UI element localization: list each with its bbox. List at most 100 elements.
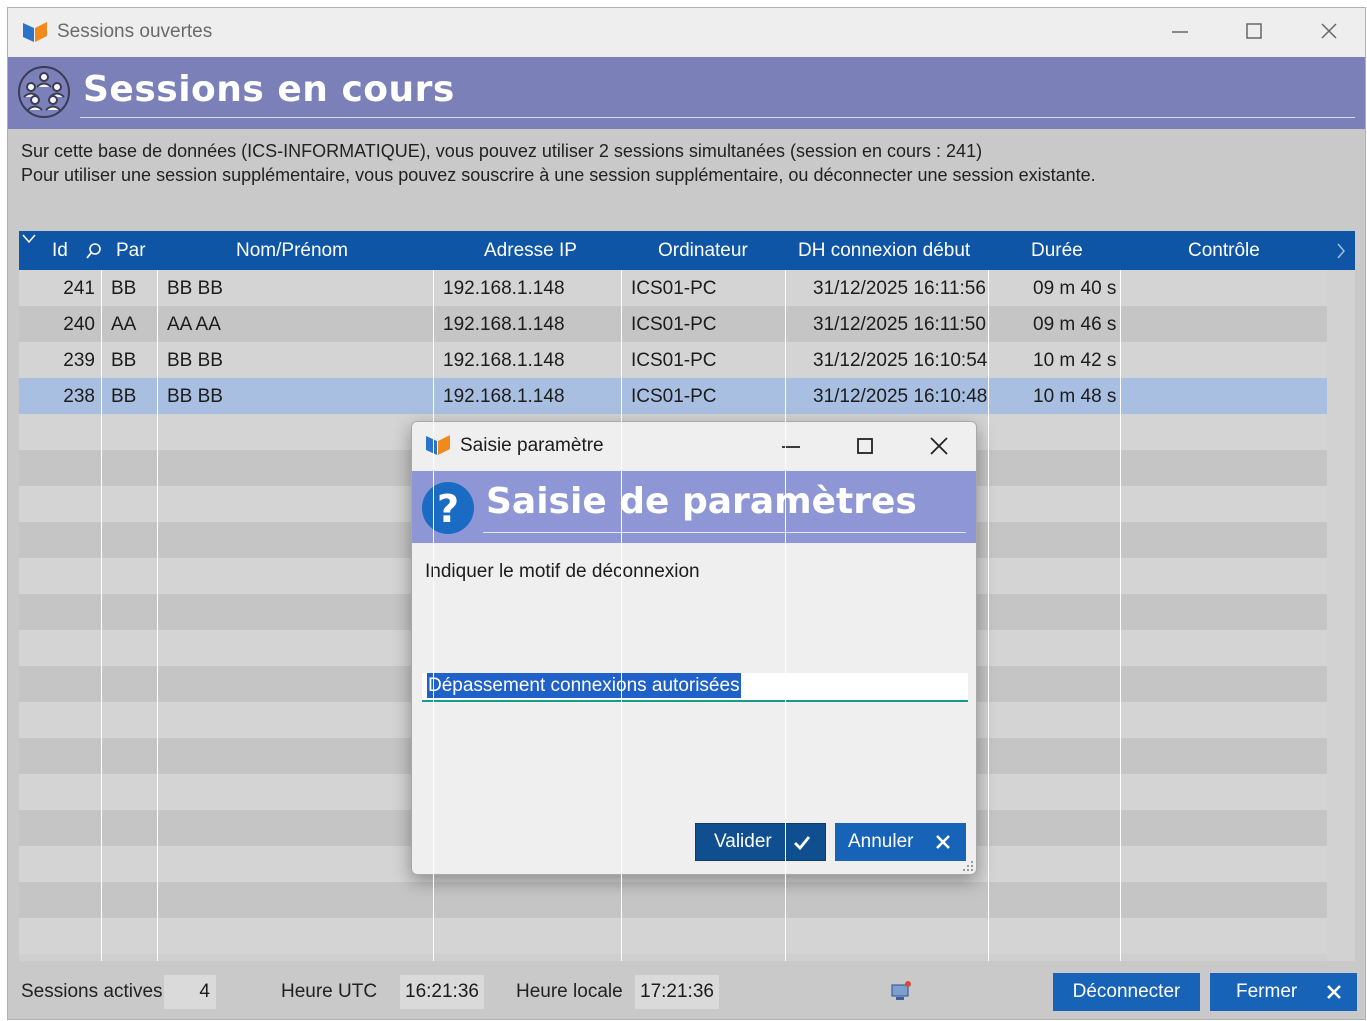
minimize-icon: [1172, 31, 1188, 33]
table-header: Id Par Nom/Prénom Adresse IP Ordinateur …: [19, 231, 1355, 270]
close-button[interactable]: Fermer: [1210, 973, 1357, 1011]
checkmark-icon: [794, 836, 811, 851]
col-header-nom[interactable]: Nom/Prénom: [236, 240, 348, 262]
cell-ordi: ICS01-PC: [631, 350, 717, 371]
table-row[interactable]: 240 AA AA AA 192.168.1.148 ICS01-PC 31/12/202…: [19, 306, 1327, 342]
cell-dh: 31/12/2025 16:11:56: [813, 278, 986, 299]
cell-dh: 31/12/2025 16:10:54: [813, 350, 988, 371]
cell-ip: 192.168.1.148: [443, 386, 565, 407]
sessions-actives-value: 4: [164, 975, 216, 1009]
column-divider: [433, 270, 434, 961]
app-logo-icon: [426, 435, 450, 455]
table-row[interactable]: 241 BB BB BB 192.168.1.148 ICS01-PC 31/12/202…: [19, 270, 1327, 306]
dialog-title: Saisie paramètre: [460, 435, 604, 456]
cancel-button[interactable]: Annuler: [835, 823, 966, 861]
cell-duree: 10 m 42 s: [1033, 350, 1117, 371]
users-group-icon: [18, 66, 70, 118]
cell-ordi: ICS01-PC: [631, 314, 717, 335]
dialog-close-button[interactable]: [922, 431, 956, 461]
svg-text:?: ?: [437, 487, 459, 531]
col-header-par[interactable]: Par: [116, 240, 146, 262]
utc-time-value: 16:21:36: [400, 975, 484, 1009]
close-icon: [930, 437, 948, 455]
page-title: Sessions en cours: [83, 69, 455, 110]
cell-nom: BB BB: [167, 278, 223, 299]
column-divider: [101, 270, 102, 961]
chevron-right-icon[interactable]: [1336, 243, 1346, 259]
col-header-id[interactable]: Id: [52, 240, 68, 262]
close-icon: [1321, 23, 1337, 39]
cell-id: 241: [63, 278, 95, 299]
cell-ordi: ICS01-PC: [631, 386, 717, 407]
cell-id: 239: [63, 350, 95, 371]
vertical-scrollbar[interactable]: [1327, 270, 1355, 961]
cell-duree: 10 m 48 s: [1033, 386, 1117, 407]
resize-grip-icon[interactable]: [961, 859, 975, 873]
utc-label: Heure UTC: [281, 981, 378, 1002]
col-header-duree[interactable]: Durée: [1031, 240, 1083, 262]
dialog-banner-title: Saisie de paramètres: [486, 481, 917, 522]
cell-duree: 09 m 40 s: [1033, 278, 1117, 299]
dialog-banner: ? Saisie de paramètres: [412, 471, 976, 543]
validate-button-label: Valider: [714, 831, 772, 852]
column-divider: [1120, 270, 1121, 961]
close-x-icon: [1327, 985, 1341, 999]
disconnect-button-label: Déconnecter: [1072, 981, 1181, 1002]
local-time-label: Heure locale: [516, 981, 623, 1002]
empty-table-row[interactable]: [19, 882, 1327, 918]
col-header-controle[interactable]: Contrôle: [1188, 240, 1260, 262]
col-header-ip[interactable]: Adresse IP: [484, 240, 577, 262]
cell-id: 238: [63, 386, 95, 407]
cell-dh: 31/12/2025 16:10:48: [813, 386, 988, 407]
sessions-actives-label: Sessions actives: [21, 981, 163, 1002]
disconnect-button[interactable]: Déconnecter: [1053, 973, 1200, 1011]
chevron-down-icon[interactable]: [22, 233, 36, 245]
close-window-button[interactable]: [1312, 16, 1346, 46]
banner-underline: [80, 117, 1355, 118]
minimize-button[interactable]: [1163, 16, 1197, 46]
maximize-button[interactable]: [1237, 16, 1271, 46]
cell-id: 240: [63, 314, 95, 335]
search-icon[interactable]: [85, 242, 103, 260]
cell-ordi: ICS01-PC: [631, 278, 717, 299]
column-divider: [621, 270, 622, 961]
dialog-minimize-button[interactable]: [774, 431, 808, 461]
cell-par: BB: [111, 278, 137, 299]
cell-ip: 192.168.1.148: [443, 350, 565, 371]
cell-ip: 192.168.1.148: [443, 278, 565, 299]
empty-table-row[interactable]: [19, 918, 1327, 954]
close-button-label: Fermer: [1236, 981, 1298, 1002]
network-status-icon[interactable]: [888, 978, 916, 1004]
maximize-icon: [1246, 23, 1262, 39]
reason-input-value: Dépassement connexions autorisées: [427, 673, 741, 698]
cell-par: AA: [111, 314, 137, 335]
parameter-dialog: Saisie paramètre ? Saisie de paramètres …: [411, 421, 977, 875]
reason-input[interactable]: Dépassement connexions autorisées: [422, 673, 968, 702]
table-row[interactable]: 238 BB BB BB 192.168.1.148 ICS01-PC 31/12/202…: [19, 378, 1327, 414]
local-time-value: 17:21:36: [635, 975, 719, 1009]
dialog-prompt: Indiquer le motif de déconnexion: [425, 561, 700, 582]
dialog-maximize-button[interactable]: [848, 431, 882, 461]
dialog-title-bar: Saisie paramètre: [412, 422, 976, 471]
column-divider: [785, 270, 786, 961]
col-header-dh[interactable]: DH connexion début: [798, 240, 970, 262]
column-divider: [988, 270, 989, 961]
cell-nom: AA AA: [167, 314, 221, 335]
col-header-ordinateur[interactable]: Ordinateur: [658, 240, 748, 262]
close-x-icon: [936, 835, 950, 849]
cell-nom: BB BB: [167, 350, 223, 371]
window-title: Sessions ouvertes: [57, 21, 213, 42]
cell-par: BB: [111, 386, 137, 407]
app-logo-icon: [23, 22, 47, 42]
cancel-button-label: Annuler: [848, 831, 914, 852]
info-line-2: Pour utiliser une session supplémentaire…: [21, 165, 1096, 185]
cell-nom: BB BB: [167, 386, 223, 407]
info-line-1: Sur cette base de données (ICS-INFORMATI…: [21, 141, 983, 161]
cell-duree: 09 m 46 s: [1033, 314, 1117, 335]
table-row[interactable]: 239 BB BB BB 192.168.1.148 ICS01-PC 31/12/202…: [19, 342, 1327, 378]
cell-dh: 31/12/2025 16:11:50: [813, 314, 986, 335]
dialog-banner-underline: [483, 532, 966, 533]
header-banner: Sessions en cours: [8, 57, 1365, 129]
validate-button[interactable]: Valider: [695, 823, 826, 861]
cell-ip: 192.168.1.148: [443, 314, 565, 335]
